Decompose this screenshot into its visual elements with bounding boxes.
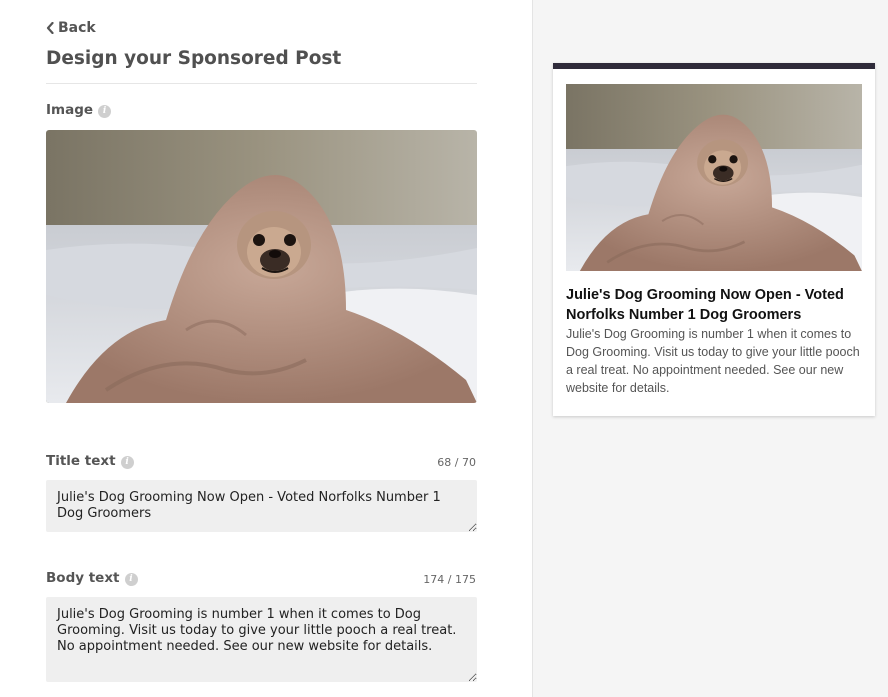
image-label-text: Image — [46, 102, 94, 118]
sponsored-post-preview: Julie's Dog Grooming Now Open - Voted No… — [553, 63, 875, 416]
body-text-input[interactable]: Julie's Dog Grooming is number 1 when it… — [46, 597, 477, 682]
back-label: Back — [58, 20, 96, 36]
page-title: Design your Sponsored Post — [46, 48, 342, 69]
preview-image — [566, 84, 862, 271]
body-text-label: Body text i — [46, 570, 138, 586]
title-divider — [46, 83, 477, 84]
title-text-input[interactable]: Julie's Dog Grooming Now Open - Voted No… — [46, 480, 477, 532]
body-char-counter: 174 / 175 — [423, 573, 476, 586]
info-icon[interactable]: i — [124, 572, 138, 586]
title-text-label: Title text i — [46, 453, 134, 469]
info-icon[interactable]: i — [120, 455, 134, 469]
title-text-label-text: Title text — [46, 453, 116, 469]
editor-panel: Back Design your Sponsored Post Image i … — [0, 0, 533, 697]
back-link[interactable]: Back — [46, 20, 96, 36]
body-text-label-text: Body text — [46, 570, 120, 586]
preview-body: Julie's Dog Grooming is number 1 when it… — [566, 327, 860, 395]
pug-photo — [46, 130, 477, 403]
image-upload[interactable] — [46, 130, 477, 403]
info-icon[interactable]: i — [98, 104, 112, 118]
title-char-counter: 68 / 70 — [437, 456, 476, 469]
image-label: Image i — [46, 102, 112, 118]
chevron-left-icon — [46, 22, 54, 34]
pug-photo — [566, 84, 862, 271]
preview-title: Julie's Dog Grooming Now Open - Voted No… — [566, 287, 844, 323]
